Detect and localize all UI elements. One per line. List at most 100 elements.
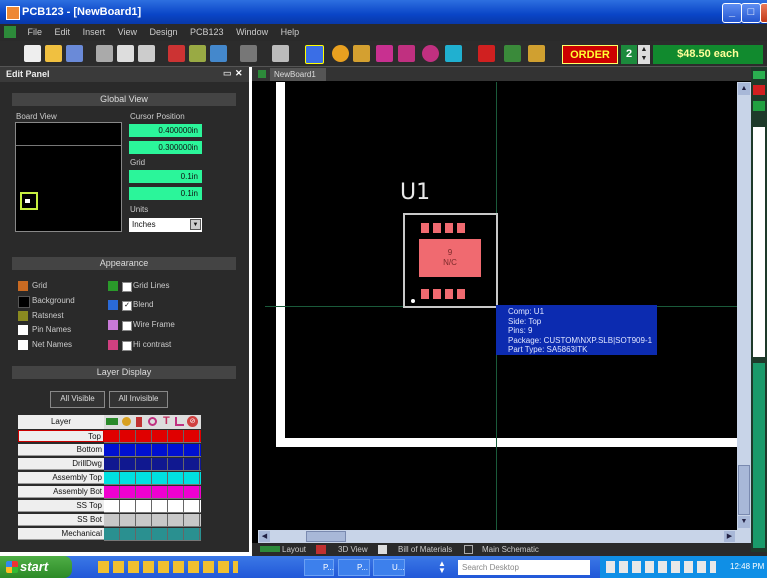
bill-of-materials-tab-icon xyxy=(378,545,387,554)
right-panel-tab[interactable] xyxy=(753,71,765,79)
grid-y-field[interactable]: 0.1in xyxy=(129,187,202,200)
trace-icon[interactable] xyxy=(353,45,370,62)
layer-row[interactable]: DrillDwg xyxy=(18,458,201,471)
menu-design[interactable]: Design xyxy=(144,24,182,37)
save-icon[interactable] xyxy=(66,45,83,62)
all-visible-button[interactable]: All Visible xyxy=(50,391,105,408)
open-folder-icon[interactable] xyxy=(45,45,62,62)
layer-row[interactable]: Assembly Top xyxy=(18,472,201,485)
scroll-right-icon[interactable]: ▶ xyxy=(724,531,735,542)
cut-icon[interactable] xyxy=(96,45,113,62)
right-panel-tab[interactable] xyxy=(753,101,765,111)
order-button[interactable]: ORDER xyxy=(562,45,618,64)
copy-icon[interactable] xyxy=(117,45,134,62)
layer-row[interactable]: SS Top xyxy=(18,500,201,513)
undo-icon[interactable] xyxy=(240,45,257,62)
board-view-minimap[interactable] xyxy=(15,122,122,232)
all-invisible-button[interactable]: All Invisible xyxy=(109,391,168,408)
tab-main-schematic[interactable]: Main Schematic xyxy=(482,545,539,554)
drc-icon[interactable] xyxy=(504,45,521,62)
layer-row[interactable]: Assembly Bot xyxy=(18,486,201,499)
vertical-scroll-thumb[interactable] xyxy=(738,465,750,515)
select-pointer-icon[interactable] xyxy=(305,45,324,64)
quantity-stepper[interactable]: ▲ ▼ xyxy=(638,45,650,64)
via-icon[interactable] xyxy=(332,45,349,62)
tab-3d-view[interactable]: 3D View xyxy=(338,545,368,554)
layer-color-cells[interactable] xyxy=(104,444,201,457)
desktop-search-input[interactable]: Search Desktop xyxy=(458,560,590,575)
component-u1[interactable]: 9 N/C xyxy=(403,213,498,308)
tab-bill-of-materials[interactable]: Bill of Materials xyxy=(398,545,452,554)
scroll-left-icon[interactable]: ◀ xyxy=(259,531,270,542)
layer-color-cells[interactable] xyxy=(104,514,201,527)
menu-edit[interactable]: Edit xyxy=(50,24,76,37)
right-panel-tab[interactable] xyxy=(753,85,765,95)
arc-icon[interactable] xyxy=(398,45,415,62)
scroll-up-icon[interactable]: ▲ xyxy=(738,83,750,95)
measure-icon[interactable] xyxy=(210,45,227,62)
polygon-icon[interactable] xyxy=(376,45,393,62)
layer-color-cells[interactable] xyxy=(104,486,201,499)
component-icon[interactable] xyxy=(168,45,185,62)
net-names-color-swatch[interactable] xyxy=(18,340,28,350)
taskbar-item[interactable]: U... xyxy=(373,559,405,576)
pad-icon[interactable] xyxy=(478,45,495,62)
circle-icon[interactable] xyxy=(422,45,439,62)
blend-checkbox[interactable]: ✓ xyxy=(122,301,132,311)
cursor-y-field[interactable]: 0.300000in xyxy=(129,141,202,154)
menu-file[interactable]: File xyxy=(23,24,48,37)
panel-restore-icon[interactable]: ▭ xyxy=(223,68,232,79)
scroll-down-icon[interactable]: ▼ xyxy=(738,516,750,528)
maximize-button[interactable]: □ xyxy=(741,3,761,23)
chevron-up-down-icon[interactable]: ▲ ▼ xyxy=(436,560,448,575)
horizontal-scrollbar[interactable]: ◀ ▶ xyxy=(258,530,751,543)
print-icon[interactable] xyxy=(272,45,289,62)
wire-frame-checkbox[interactable] xyxy=(122,321,132,331)
quick-launch-icons[interactable] xyxy=(98,561,238,573)
pin-names-color-swatch[interactable] xyxy=(18,325,28,335)
layer-color-cells[interactable] xyxy=(104,500,201,513)
circle-layer-icon xyxy=(148,417,157,426)
quantity-field[interactable]: 2 xyxy=(621,45,637,64)
close-button[interactable] xyxy=(760,3,767,23)
layer-color-cells[interactable] xyxy=(104,528,201,541)
panel-close-icon[interactable]: ✕ xyxy=(235,68,243,79)
chevron-down-icon[interactable]: ▼ xyxy=(190,219,201,230)
menu-view[interactable]: View xyxy=(113,24,142,37)
tab-layout[interactable]: Layout xyxy=(282,545,306,554)
paste-icon[interactable] xyxy=(138,45,155,62)
vertical-scrollbar[interactable]: ▲ ▼ xyxy=(737,82,751,530)
grid-lines-checkbox[interactable] xyxy=(122,282,132,292)
layer-row[interactable]: Top xyxy=(18,430,201,443)
search-icon[interactable]: ⌕ xyxy=(584,561,596,573)
route-icon[interactable] xyxy=(189,45,206,62)
layer-name: Bottom xyxy=(18,444,104,456)
taskbar-item[interactable]: P... xyxy=(304,559,334,576)
horizontal-scroll-thumb[interactable] xyxy=(306,531,346,542)
pin-top xyxy=(445,223,453,233)
taskbar-item[interactable]: P... xyxy=(338,559,370,576)
pencil-icon[interactable] xyxy=(528,45,545,62)
menu-pcb123[interactable]: PCB123 xyxy=(185,24,229,37)
layer-color-cells[interactable] xyxy=(104,430,201,443)
hi-contrast-checkbox[interactable] xyxy=(122,341,132,351)
grid-color-swatch[interactable] xyxy=(18,281,28,291)
document-tab[interactable]: NewBoard1 xyxy=(270,68,326,81)
layer-row[interactable]: Mechanical xyxy=(18,528,201,541)
layer-row[interactable]: Bottom xyxy=(18,444,201,457)
text-icon[interactable] xyxy=(445,45,462,62)
menu-window[interactable]: Window xyxy=(231,24,273,37)
menu-help[interactable]: Help xyxy=(276,24,305,37)
units-select[interactable]: Inches ▼ xyxy=(129,218,202,232)
ratsnest-color-swatch[interactable] xyxy=(18,311,28,321)
minimize-button[interactable]: _ xyxy=(722,3,742,23)
layer-color-cells[interactable] xyxy=(104,472,201,485)
layer-color-cells[interactable] xyxy=(104,458,201,471)
layer-row[interactable]: SS Bot xyxy=(18,514,201,527)
menu-insert[interactable]: Insert xyxy=(78,24,111,37)
tray-icons[interactable] xyxy=(606,561,716,573)
background-color-swatch[interactable] xyxy=(18,296,30,308)
cursor-x-field[interactable]: 0.400000in xyxy=(129,124,202,137)
grid-x-field[interactable]: 0.1in xyxy=(129,170,202,183)
new-file-icon[interactable] xyxy=(24,45,41,62)
